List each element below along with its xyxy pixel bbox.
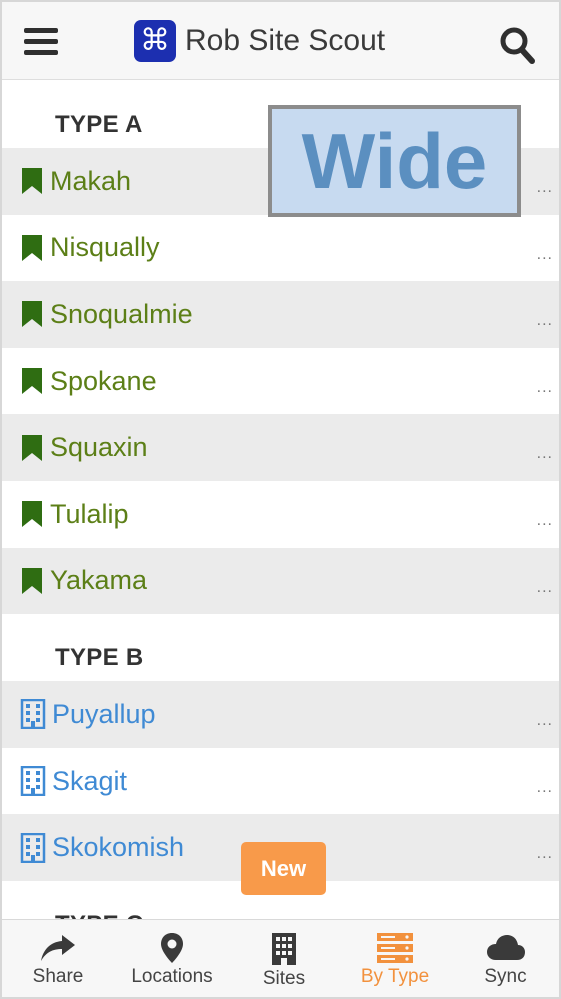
- tab-label: Sites: [262, 968, 306, 989]
- list-item-label: Puyallup: [52, 698, 156, 729]
- new-badge[interactable]: New: [241, 842, 326, 895]
- app-title: Rob Site Scout: [185, 24, 386, 57]
- tab-by-type[interactable]: By Type: [338, 920, 452, 997]
- list-item[interactable]: Spokane ...: [2, 348, 559, 415]
- list-item[interactable]: Puyallup ...: [2, 681, 559, 748]
- building-icon: [20, 766, 46, 797]
- more-options-icon[interactable]: ...: [537, 712, 553, 730]
- list-item-label: Squaxin: [50, 432, 148, 463]
- tab-label: By Type: [360, 966, 430, 987]
- list-item-label: Skagit: [52, 765, 128, 796]
- building-icon: [20, 832, 46, 863]
- tab-sites[interactable]: Sites: [230, 920, 338, 997]
- bottom-tab-bar: Share Locations Sites By Type Sync: [2, 919, 559, 997]
- list-item-label: Yakama: [50, 565, 148, 596]
- more-options-icon[interactable]: ...: [537, 246, 553, 264]
- hamburger-menu-icon[interactable]: [24, 28, 58, 56]
- bookmark-icon: [22, 301, 42, 328]
- list-item[interactable]: Squaxin ...: [2, 414, 559, 481]
- more-options-icon[interactable]: ...: [537, 445, 553, 463]
- list-item-label: Nisqually: [50, 232, 160, 263]
- building-icon: [20, 699, 46, 730]
- bookmark-icon: [22, 567, 42, 594]
- list-item-label: Tulalip: [50, 498, 129, 529]
- app-header: ⌘ Rob Site Scout: [2, 2, 559, 80]
- tab-share[interactable]: Share: [2, 920, 114, 997]
- wide-layout-badge: Wide: [268, 105, 521, 217]
- list-item-label: Spokane: [50, 365, 157, 396]
- bookmark-icon: [22, 434, 42, 461]
- more-options-icon[interactable]: ...: [537, 179, 553, 197]
- list-item-label: Makah: [50, 165, 132, 196]
- more-options-icon[interactable]: ...: [537, 379, 553, 397]
- list-item[interactable]: Tulalip ...: [2, 481, 559, 548]
- list-item-label: Snoqualmie: [50, 298, 193, 329]
- cloud-icon: [486, 935, 525, 960]
- location-pin-icon: [161, 933, 183, 963]
- tab-label: Share: [32, 966, 84, 987]
- list-item-label: Skokomish: [52, 832, 185, 863]
- app-frame: ⌘ Rob Site Scout TYPE A Makah ... Nisqua…: [2, 2, 559, 997]
- bookmark-icon: [22, 501, 42, 528]
- section-header-type-b: TYPE B: [55, 644, 144, 672]
- server-stack-icon: [377, 933, 413, 963]
- bookmark-icon: [22, 234, 42, 261]
- more-options-icon[interactable]: ...: [537, 512, 553, 530]
- search-icon[interactable]: [499, 26, 535, 64]
- tab-label: Locations: [131, 966, 213, 987]
- tab-sync[interactable]: Sync: [452, 920, 559, 997]
- more-options-icon[interactable]: ...: [537, 779, 553, 797]
- share-arrow-icon: [41, 935, 75, 961]
- more-options-icon[interactable]: ...: [537, 845, 553, 863]
- list-item[interactable]: Yakama ...: [2, 547, 559, 615]
- list-item[interactable]: Nisqually ...: [2, 215, 559, 282]
- more-options-icon[interactable]: ...: [537, 312, 553, 330]
- tab-locations[interactable]: Locations: [114, 920, 230, 997]
- bookmark-icon: [22, 368, 42, 395]
- tab-label: Sync: [484, 966, 527, 987]
- app-logo-icon: ⌘: [134, 20, 176, 62]
- more-options-icon[interactable]: ...: [537, 579, 553, 597]
- list-item[interactable]: Snoqualmie ...: [2, 281, 559, 348]
- list-item[interactable]: Skagit ...: [2, 748, 559, 815]
- building-icon: [272, 933, 296, 965]
- bookmark-icon: [22, 168, 42, 195]
